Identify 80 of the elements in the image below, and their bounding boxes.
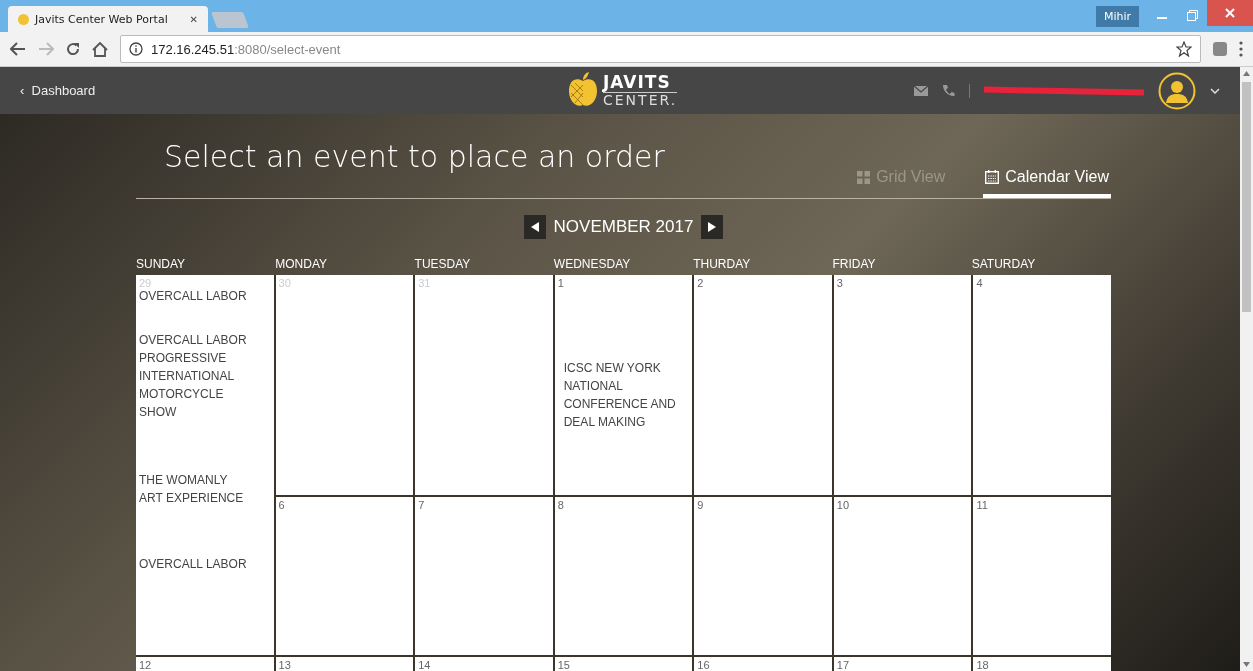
day-number: 4 <box>976 277 984 289</box>
calendar-day[interactable]: 10 <box>833 497 972 655</box>
day-number: 11 <box>976 499 989 511</box>
scroll-up-icon[interactable] <box>1243 71 1250 76</box>
address-bar[interactable]: 172.16.245.51:8080/select-event <box>120 35 1201 63</box>
home-icon[interactable] <box>92 41 108 57</box>
day-number: 18 <box>976 659 990 671</box>
calendar-day[interactable]: 12 <box>136 657 274 671</box>
calendar-day[interactable]: 18 <box>973 657 1111 671</box>
profile-button[interactable]: Mihir <box>1095 6 1139 27</box>
triangle-right-icon <box>708 222 717 232</box>
browser-tab[interactable]: Javits Center Web Portal ✕ <box>8 6 208 32</box>
day-number: 6 <box>278 499 286 511</box>
calendar-icon <box>985 170 1000 184</box>
calendar-day[interactable]: 9 <box>694 497 832 655</box>
day-number: 12 <box>139 659 153 671</box>
calendar-day[interactable]: 14 <box>415 657 553 671</box>
apple-logo-icon <box>567 71 599 109</box>
day-number: 17 <box>836 659 851 671</box>
event-link[interactable]: OVERCALL LABOR <box>139 555 251 573</box>
day-number: 14 <box>418 659 432 671</box>
weekday-label: SATURDAY <box>971 256 1037 273</box>
previous-month-button[interactable] <box>523 215 546 239</box>
page-title: Select an event to place an order <box>164 139 666 174</box>
avatar-icon[interactable] <box>1158 71 1196 110</box>
calendar-day[interactable]: 7 <box>415 497 553 655</box>
weekday-label: FRIDAY <box>832 256 877 273</box>
calendar-day[interactable]: 1 ICSC NEW YORK NATIONAL CONFERENCE AND DEAL MAKING <box>554 275 693 495</box>
apple-icon <box>18 13 29 25</box>
weekday-label: WEDNESDAY <box>553 256 632 273</box>
event-link[interactable]: PROGRESSIVE INTERNATIONAL MOTORCYCLE SHOW <box>139 349 251 421</box>
calendar-day[interactable]: 11 <box>973 497 1111 655</box>
dashboard-link[interactable]: ‹ Dashboard <box>20 83 96 98</box>
calendar-day[interactable]: 6 <box>275 497 414 655</box>
view-tab[interactable]: Calendar View <box>983 168 1111 198</box>
event-link[interactable]: THE WOMANLY ART EXPERIENCE <box>139 471 251 507</box>
event-link[interactable]: OVERCALL LABOR <box>139 331 251 349</box>
day-number: 10 <box>836 499 851 511</box>
calendar-day[interactable]: 4 <box>973 275 1111 495</box>
month-label: NOVEMBER 2017 <box>553 217 694 237</box>
calendar-day[interactable]: 3 <box>833 275 972 495</box>
logo-title: JAVITS <box>603 73 678 93</box>
day-number: 2 <box>697 277 705 289</box>
calendar-day[interactable]: 8 <box>554 497 693 655</box>
logo-subtitle: CENTER. <box>603 92 678 107</box>
calendar-day[interactable]: 2 <box>694 275 832 495</box>
weekday-label: THURDAY <box>693 256 752 273</box>
scrollbar[interactable] <box>1240 67 1253 671</box>
day-number: 8 <box>557 499 565 511</box>
calendar-day[interactable]: 16 <box>694 657 832 671</box>
back-arrow-icon[interactable] <box>10 42 26 56</box>
phone-icon[interactable] <box>942 84 955 97</box>
reload-icon[interactable] <box>66 42 80 56</box>
calendar-day[interactable]: 13 <box>275 657 414 671</box>
scroll-down-icon[interactable] <box>1243 662 1250 667</box>
grid-icon <box>857 170 871 184</box>
weekday-label: MONDAY <box>275 256 329 273</box>
day-number: 1 <box>557 277 565 289</box>
star-icon[interactable] <box>1176 41 1192 57</box>
close-tab-icon[interactable]: ✕ <box>189 13 198 25</box>
chevron-down-icon[interactable] <box>1210 87 1220 94</box>
day-number: 3 <box>836 277 844 289</box>
calendar-day[interactable]: 15 <box>554 657 693 671</box>
day-number: 13 <box>278 659 292 671</box>
calendar-day[interactable]: 17 <box>833 657 972 671</box>
weekday-label: TUESDAY <box>414 256 472 273</box>
next-month-button[interactable] <box>701 215 724 239</box>
mail-icon[interactable] <box>914 85 928 96</box>
menu-icon[interactable] <box>1239 41 1243 57</box>
day-number: 15 <box>557 659 571 671</box>
day-number: 9 <box>697 499 705 511</box>
weekday-label: SUNDAY <box>136 256 187 273</box>
triangle-left-icon <box>530 222 539 232</box>
event-link[interactable]: ICSC NEW YORK NATIONAL CONFERENCE AND DEAL MAKING <box>563 359 684 431</box>
tab-title: Javits Center Web Portal <box>35 12 169 26</box>
event-link[interactable]: OVERCALL LABOR <box>139 287 251 305</box>
day-number: 16 <box>697 659 711 671</box>
day-number: 7 <box>418 499 426 511</box>
close-icon[interactable] <box>1207 0 1253 26</box>
info-icon <box>129 42 143 56</box>
